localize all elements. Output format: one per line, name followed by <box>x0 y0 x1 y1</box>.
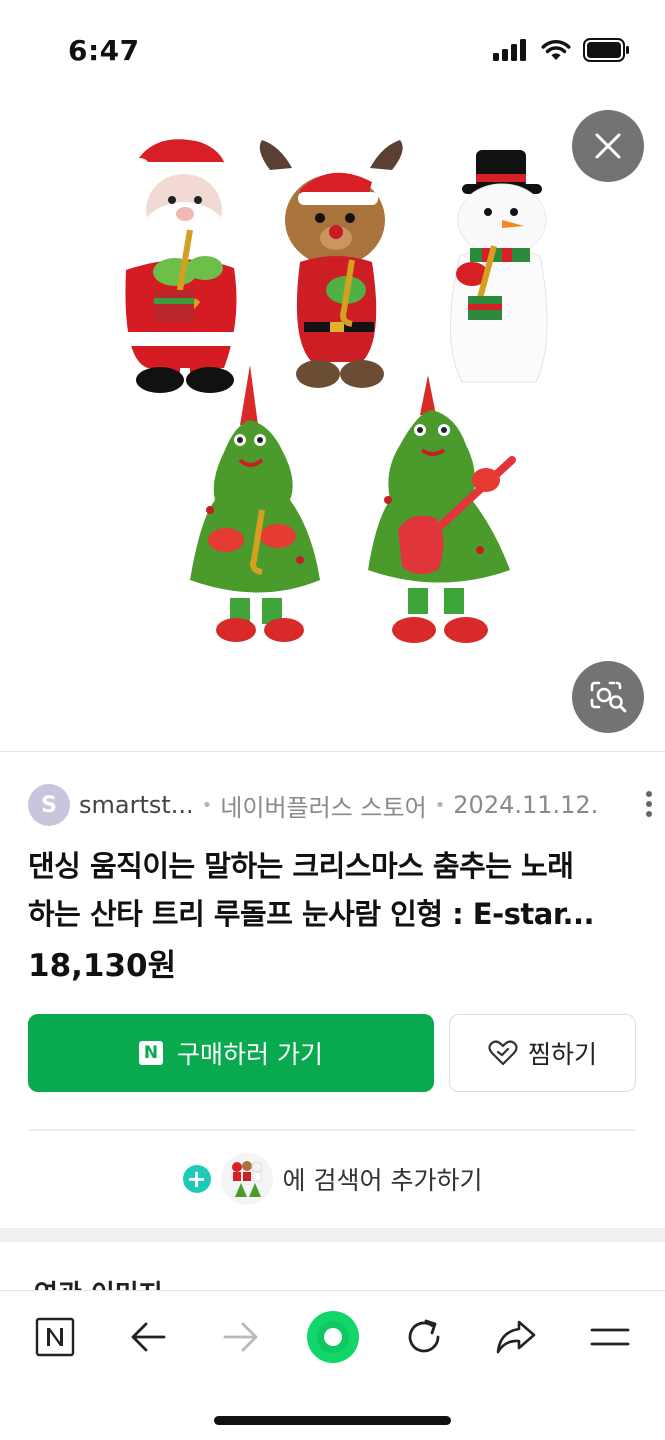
menu-button[interactable] <box>578 1313 642 1361</box>
wishlist-button[interactable]: 찜하기 <box>449 1014 636 1092</box>
seller-avatar: S <box>28 784 70 826</box>
green-dot-icon <box>307 1311 359 1363</box>
buy-button[interactable]: N 구매하러 가기 <box>28 1014 434 1092</box>
back-arrow-icon <box>131 1322 166 1352</box>
back-button[interactable] <box>116 1313 180 1361</box>
battery-icon <box>583 38 629 62</box>
section-separator <box>0 1228 665 1242</box>
image-search-lens-icon <box>590 681 627 713</box>
product-title-line: 댄싱 움직이는 말하는 크리스마스 춤추는 노래 <box>28 849 574 883</box>
santa-doll <box>125 139 238 393</box>
naver-home-icon <box>35 1317 75 1357</box>
reindeer-doll <box>259 140 403 388</box>
status-time: 6:47 <box>68 34 140 67</box>
image-search-button[interactable] <box>572 661 644 733</box>
divider <box>0 751 665 752</box>
home-indicator[interactable] <box>214 1416 451 1425</box>
product-title[interactable]: 댄싱 움직이는 말하는 크리스마스 춤추는 노래 하는 산타 트리 루돌프 눈사… <box>28 842 628 938</box>
product-price: 18,130원 <box>28 948 177 984</box>
snowman-doll <box>450 150 548 383</box>
tree-doll-guitar <box>368 375 516 643</box>
meta-separator: • <box>434 794 446 816</box>
cellular-signal-icon <box>493 39 526 61</box>
naver-n-icon: N <box>139 1041 164 1065</box>
christmas-plush-illustration <box>125 139 548 643</box>
plus-icon: + <box>182 1165 211 1193</box>
reload-icon <box>408 1319 440 1353</box>
heart-check-icon <box>488 1040 518 1066</box>
thumbnail-plush-icon <box>231 1161 263 1197</box>
product-thumbnail <box>220 1153 273 1205</box>
reload-button[interactable] <box>392 1313 456 1361</box>
tree-doll-saxophone <box>190 365 320 642</box>
product-image[interactable] <box>0 100 665 750</box>
status-bar: 6:47 <box>0 0 665 100</box>
green-dot-button[interactable] <box>300 1304 366 1370</box>
divider <box>28 1129 636 1131</box>
add-to-search-row[interactable]: + 에 검색어 추가하기 <box>0 1150 665 1208</box>
forward-arrow-icon <box>223 1322 258 1352</box>
forward-button[interactable] <box>209 1313 273 1361</box>
product-title-line: 하는 산타 트리 루돌프 눈사람 인형 : E-star... <box>28 897 595 931</box>
seller-name[interactable]: smartst... <box>79 791 194 819</box>
naver-home-button[interactable] <box>23 1313 87 1361</box>
post-date: 2024.11.12. <box>453 791 599 819</box>
store-type: 네이버플러스 스토어 <box>220 793 427 822</box>
meta-separator: • <box>201 794 213 816</box>
wifi-icon <box>541 40 571 60</box>
source-meta-row[interactable]: S smartst... • 네이버플러스 스토어 • 2024.11.12. <box>28 783 652 827</box>
close-icon <box>595 133 621 159</box>
status-icons <box>493 38 631 62</box>
close-button[interactable] <box>572 110 644 182</box>
share-button[interactable] <box>484 1313 548 1361</box>
share-icon <box>496 1320 536 1354</box>
buy-button-label: 구매하러 가기 <box>177 1040 323 1069</box>
wishlist-label: 찜하기 <box>527 1040 597 1069</box>
more-vertical-icon[interactable] <box>644 789 654 819</box>
menu-icon <box>590 1328 630 1346</box>
add-keyword-label: 에 검색어 추가하기 <box>282 1166 483 1195</box>
